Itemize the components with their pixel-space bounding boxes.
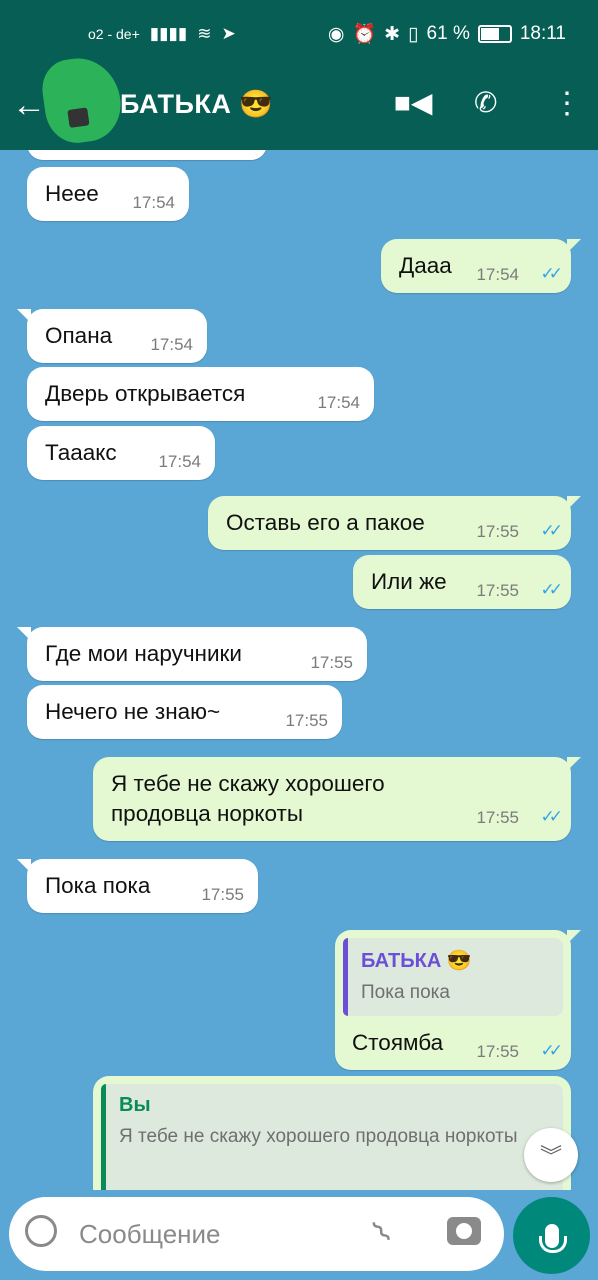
bluetooth-icon: ✱: [384, 23, 401, 45]
telegram-icon: ➤: [221, 24, 236, 43]
avatar[interactable]: [38, 53, 126, 147]
carrier-label: o2 - de+: [88, 26, 140, 42]
list-item[interactable]: Неее 17:54: [27, 167, 189, 221]
arrow-left-icon[interactable]: ←: [12, 86, 46, 125]
message-text: Стоямба: [352, 1030, 444, 1055]
quote-text: Пока пока: [361, 982, 450, 1003]
reply-quote[interactable]: Вы Я тебе не скажу хорошего продовца нор…: [101, 1084, 563, 1190]
message-composer[interactable]: Сообщение ⌇: [9, 1197, 504, 1271]
wifi-icon: ≋: [197, 24, 212, 43]
list-item[interactable]: Нечего не знаю~ 17:55: [27, 685, 342, 739]
list-item[interactable]: Опана 17:54: [17, 309, 207, 363]
quote-author: БАТЬКА 😎: [361, 950, 472, 972]
signal-icon: ▮▮▮▮: [149, 24, 188, 43]
read-ticks-icon: ✓✓: [540, 1041, 563, 1060]
chevron-down-icon: ︾: [539, 1144, 562, 1169]
list-item[interactable]: Где мои наручники 17:55: [17, 627, 367, 681]
list-item[interactable]: Дверь открывается 17:54: [27, 367, 374, 421]
message-text: Опана: [45, 323, 113, 348]
read-ticks-icon: ✓✓: [540, 521, 563, 540]
list-item[interactable]: Дааа 17:54 ✓✓: [381, 239, 581, 293]
status-bar: o2 - de+ ▮▮▮▮ ≋ ➤ ◉ ⏰ ✱ ▯ 61 % 18:11: [0, 0, 598, 68]
list-item[interactable]: [27, 150, 267, 160]
message-time: 17:54: [476, 265, 519, 284]
message-text: Где мои наручники: [45, 641, 242, 666]
chat-header: ← БАТЬКА 😎 ■◀ ✆ ⋮: [0, 53, 598, 150]
message-text: Тааакс: [45, 440, 117, 465]
reply-quote[interactable]: БАТЬКА 😎 Пока пока: [343, 938, 563, 1016]
emoji-icon[interactable]: [25, 1215, 57, 1247]
list-item[interactable]: Тааакс 17:54: [27, 426, 215, 480]
list-item[interactable]: БАТЬКА 😎 Пока пока Стоямба 17:55 ✓✓: [335, 930, 581, 1070]
message-text: Дааа: [399, 253, 452, 278]
battery-percent: 61 %: [426, 23, 470, 44]
list-item[interactable]: Или же 17:55 ✓✓: [353, 555, 571, 609]
message-time: 17:54: [132, 193, 175, 212]
battery-icon: [477, 25, 512, 43]
message-time: 17:54: [317, 393, 360, 412]
message-text: Неее: [45, 181, 99, 206]
message-text: Нечего не знаю~: [45, 699, 221, 724]
list-item[interactable]: Вы Я тебе не скажу хорошего продовца нор…: [93, 1076, 571, 1190]
message-time: 17:54: [158, 452, 201, 471]
message-time: 17:55: [310, 653, 353, 672]
quote-author: Вы: [119, 1094, 151, 1116]
alarm-icon: ⏰: [352, 24, 377, 45]
message-time: 17:55: [476, 581, 519, 600]
message-text: Пока пока: [45, 873, 151, 898]
microphone-icon: [538, 1223, 567, 1253]
scroll-down-button[interactable]: ︾: [524, 1128, 578, 1182]
eye-icon: ◉: [327, 23, 345, 45]
read-ticks-icon: ✓✓: [540, 580, 563, 599]
message-time: 17:55: [201, 885, 244, 904]
message-time: 17:54: [150, 335, 193, 354]
quote-text: Я тебе не скажу хорошего продовца норкот…: [119, 1126, 518, 1147]
microphone-button[interactable]: [513, 1197, 590, 1274]
message-time: 17:55: [476, 1042, 519, 1061]
paperclip-icon[interactable]: ⌇: [365, 1214, 399, 1250]
message-text: Оставь его а пакое: [226, 510, 425, 535]
video-call-icon[interactable]: ■◀: [394, 86, 432, 119]
vibrate-icon: ▯: [408, 23, 419, 45]
message-text: Или же: [371, 569, 447, 594]
contact-name[interactable]: БАТЬКА 😎: [120, 88, 274, 120]
message-time: 17:55: [285, 711, 328, 730]
more-vert-icon[interactable]: ⋮: [552, 86, 582, 121]
read-ticks-icon: ✓✓: [540, 264, 563, 283]
chat-messages[interactable]: Неее 17:54 Дааа 17:54 ✓✓ Опана 17:54 Две…: [0, 150, 598, 1190]
clock: 18:11: [519, 23, 566, 44]
message-text: Дверь открывается: [45, 381, 246, 406]
message-time: 17:55: [476, 808, 519, 827]
message-input[interactable]: Сообщение: [79, 1219, 221, 1250]
message-text: Я тебе не скажу хорошего продовца норкот…: [111, 771, 385, 826]
list-item[interactable]: Пока пока 17:55: [17, 859, 258, 913]
read-ticks-icon: ✓✓: [540, 807, 563, 826]
list-item[interactable]: Я тебе не скажу хорошего продовца норкот…: [93, 757, 581, 841]
list-item[interactable]: Оставь его а пакое 17:55 ✓✓: [208, 496, 581, 550]
camera-icon[interactable]: [447, 1217, 481, 1245]
phone-icon[interactable]: ✆: [474, 86, 497, 119]
message-time: 17:55: [476, 522, 519, 541]
